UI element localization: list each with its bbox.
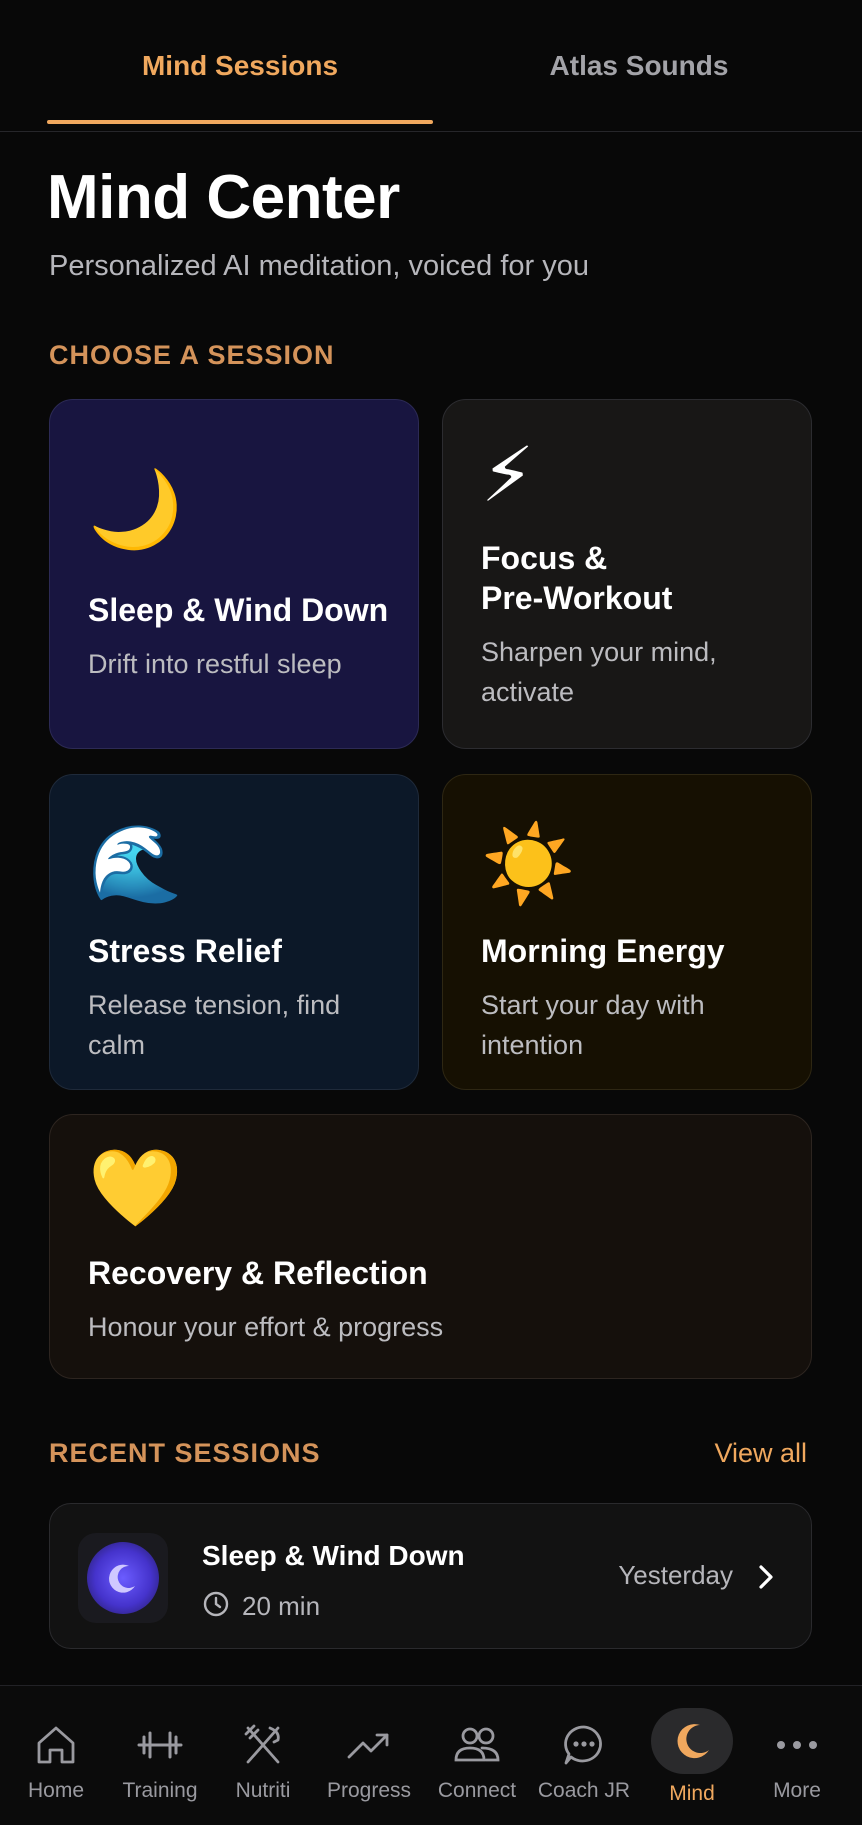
page-title: Mind Center [47, 163, 400, 232]
tab-atlas-sounds-label: Atlas Sounds [549, 50, 729, 81]
session-card-stress[interactable]: 🌊 Stress Relief Release tension, find ca… [49, 774, 419, 1090]
fork-knife-icon [240, 1719, 286, 1771]
session-card-morning[interactable]: ☀️ Morning Energy Start your day with in… [442, 774, 812, 1090]
session-card-title: Recovery & Reflection [88, 1255, 428, 1291]
session-card-description-line1: Start your day with [481, 990, 705, 1020]
page-subtitle: Personalized AI meditation, voiced for y… [49, 250, 590, 282]
session-card-sleep[interactable]: 🌙 Sleep & Wind Down Drift into restful s… [49, 399, 419, 749]
nav-progress[interactable]: Progress [317, 1686, 421, 1825]
recent-session-duration: 20 min [242, 1591, 321, 1621]
recent-session-thumbnail [78, 1533, 168, 1623]
nav-coach[interactable]: Coach JR [532, 1686, 636, 1825]
nav-connect-label: Connect [437, 1779, 517, 1802]
session-card-title: Stress Relief [88, 933, 282, 969]
people-icon [452, 1719, 502, 1771]
nav-more-label: More [773, 1779, 821, 1802]
session-card-description-line2: activate [481, 677, 575, 707]
dumbbell-icon [135, 1719, 185, 1771]
recent-session-title: Sleep & Wind Down [202, 1540, 465, 1571]
session-card-description: Drift into restful sleep [88, 649, 342, 679]
bottom-nav: Home Training Nutriti Progress Connect C… [0, 1685, 862, 1825]
lightning-icon: ⚡ [481, 433, 535, 518]
recent-session-date: Yesterday [618, 1560, 733, 1590]
yellow-heart-icon: 💛 [88, 1146, 183, 1231]
sun-icon: ☀️ [481, 822, 576, 907]
nav-coach-label: Coach JR [537, 1779, 631, 1802]
session-card-description-line1: Sharpen your mind, [481, 637, 717, 667]
nav-mind-label: Mind [669, 1782, 715, 1805]
chat-bubble-icon [561, 1719, 607, 1771]
tab-mind-sessions[interactable]: Mind Sessions [47, 0, 433, 132]
nav-nutrition-label: Nutriti [235, 1779, 291, 1802]
session-card-title-line2: Pre-Workout [481, 580, 673, 616]
moon-icon [651, 1708, 733, 1774]
active-tab-indicator [47, 120, 433, 124]
nav-home[interactable]: Home [4, 1686, 108, 1825]
session-card-title: Sleep & Wind Down [88, 592, 389, 628]
chevron-right-icon [755, 1562, 777, 1597]
session-card-recovery[interactable]: 💛 Recovery & Reflection Honour your effo… [49, 1114, 812, 1379]
session-card-description: Honour your effort & progress [88, 1312, 444, 1342]
nav-training[interactable]: Training [108, 1686, 212, 1825]
top-tab-bar: Mind Sessions Atlas Sounds [0, 0, 862, 132]
session-card-description-line2: calm [88, 1030, 146, 1060]
tab-mind-sessions-label: Mind Sessions [141, 50, 339, 81]
recent-session-item[interactable]: Sleep & Wind Down 20 min Yesterday [49, 1503, 812, 1649]
recent-session-meta: 20 min [202, 1590, 320, 1623]
session-card-title-line1: Focus & [481, 540, 608, 576]
moon-icon [87, 1542, 159, 1614]
nav-connect[interactable]: Connect [425, 1686, 529, 1825]
tab-atlas-sounds[interactable]: Atlas Sounds [446, 0, 832, 132]
session-card-description-line2: intention [481, 1030, 584, 1060]
mind-center-screen: Mind Sessions Atlas Sounds Mind Center P… [0, 0, 862, 1825]
home-icon [33, 1719, 79, 1771]
recent-sessions-heading: RECENT SESSIONS [49, 1438, 321, 1468]
session-card-description-line1: Release tension, find [88, 990, 341, 1020]
nav-nutrition[interactable]: Nutriti [211, 1686, 315, 1825]
view-all-link[interactable]: View all [714, 1438, 807, 1469]
nav-progress-label: Progress [326, 1779, 412, 1802]
nav-training-label: Training [122, 1779, 198, 1802]
nav-home-label: Home [27, 1779, 85, 1802]
trend-up-icon [345, 1719, 393, 1771]
nav-more[interactable]: More [745, 1686, 849, 1825]
session-card-title: Morning Energy [481, 933, 725, 969]
nav-mind[interactable]: Mind [640, 1686, 744, 1825]
session-card-focus[interactable]: ⚡ Focus & Pre-Workout Sharpen your mind,… [442, 399, 812, 749]
clock-icon [202, 1590, 230, 1623]
choose-session-heading: CHOOSE A SESSION [49, 340, 335, 370]
wave-icon: 🌊 [88, 822, 183, 907]
more-dots-icon [774, 1719, 820, 1771]
crescent-moon-icon: 🌙 [88, 467, 183, 552]
